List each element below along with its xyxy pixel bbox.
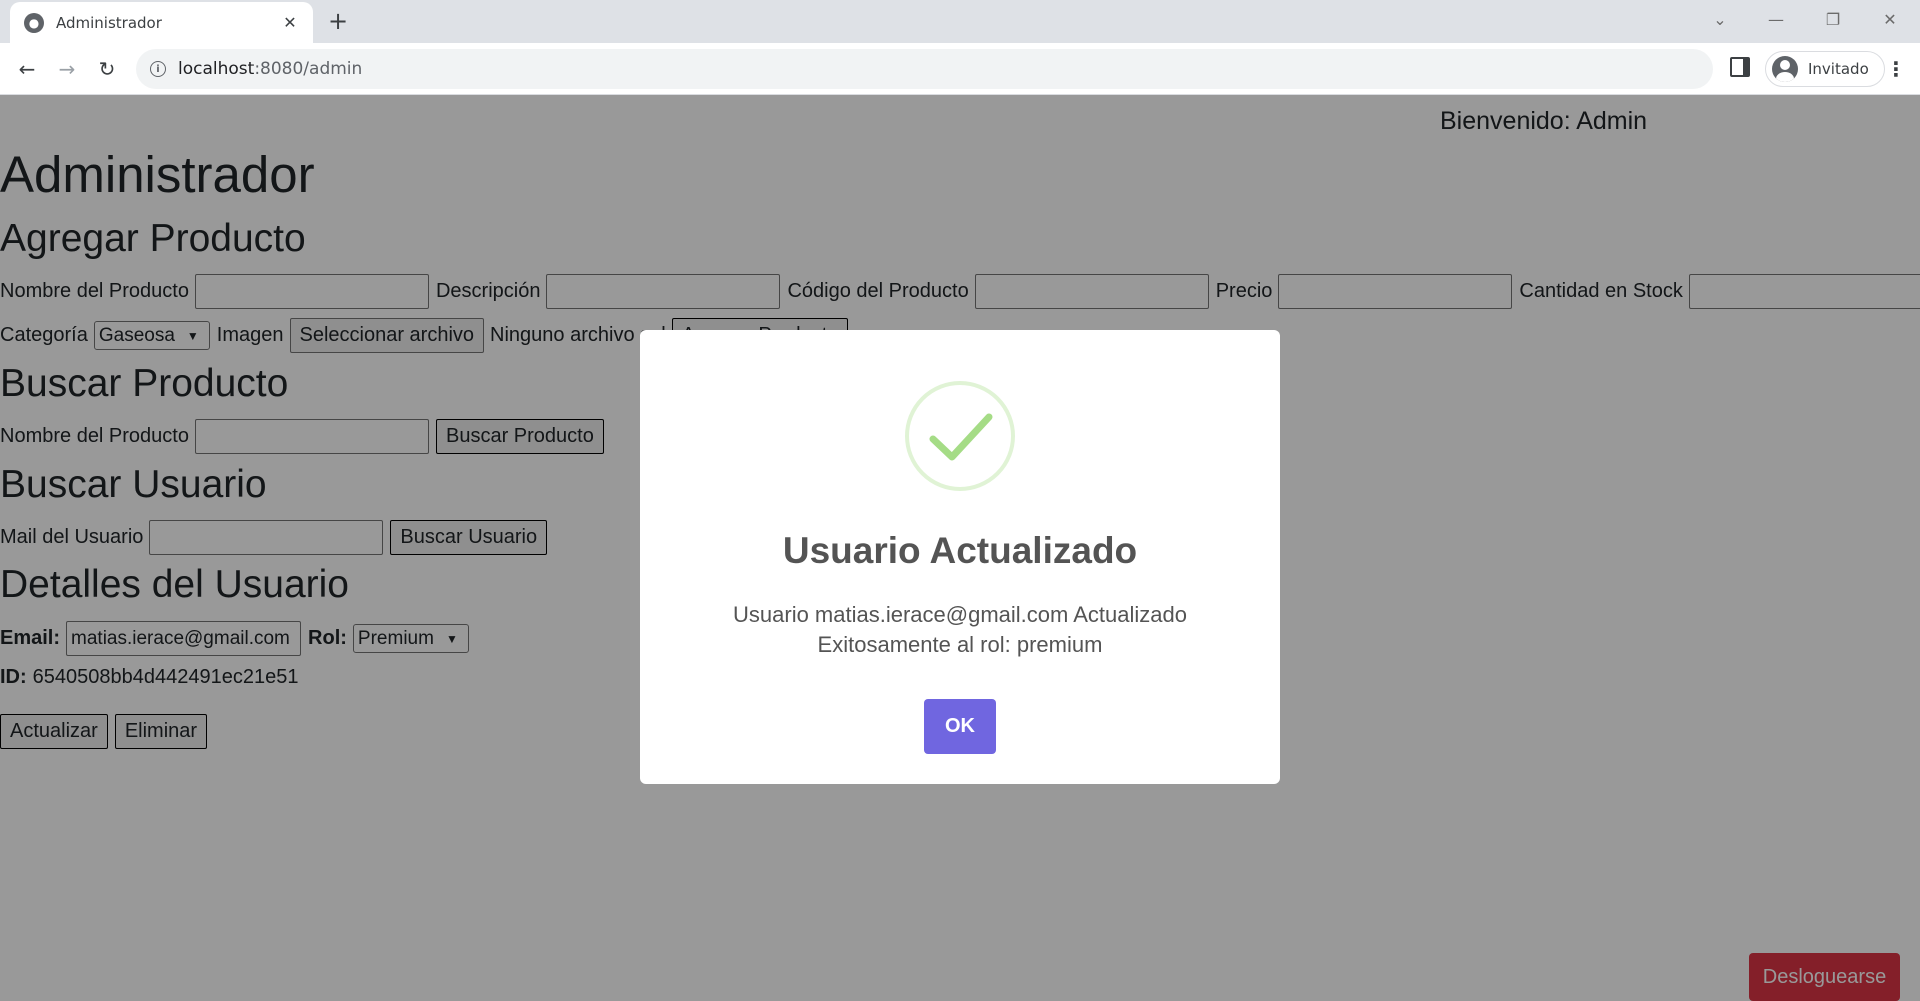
success-dialog: Usuario Actualizado Usuario matias.ierac… [640, 330, 1280, 784]
success-circle [905, 381, 1015, 491]
close-icon[interactable]: ✕ [279, 12, 301, 34]
minimize-icon[interactable]: — [1756, 4, 1796, 34]
site-info-icon[interactable]: i [150, 61, 166, 77]
dialog-message-line-2: Exitosamente al rol: premium [817, 632, 1103, 657]
globe-icon: ● [24, 12, 44, 33]
profile-label: Invitado [1808, 60, 1869, 78]
reload-icon[interactable]: ↻ [92, 54, 122, 84]
dialog-title: Usuario Actualizado [782, 530, 1138, 571]
browser-toolbar: ← → ↻ i localhost:8080/admin Invitado ⋮ [0, 43, 1920, 95]
avatar-icon [1772, 56, 1798, 82]
back-icon[interactable]: ← [12, 54, 42, 84]
tab-strip: ● Administrador ✕ + ⌄ — ❐ ✕ [0, 0, 1920, 43]
forward-icon[interactable]: → [52, 54, 82, 84]
ok-button[interactable]: OK [924, 699, 996, 754]
menu-icon[interactable]: ⋮ [1884, 55, 1908, 83]
tab-search-icon[interactable]: ⌄ [1700, 4, 1740, 34]
restore-icon[interactable]: ❐ [1813, 4, 1853, 34]
tab-title: Administrador [56, 13, 162, 32]
check-icon [929, 413, 993, 461]
address-bar[interactable]: i localhost:8080/admin [136, 49, 1713, 89]
url-text: localhost:8080/admin [178, 59, 363, 79]
window-close-icon[interactable]: ✕ [1870, 4, 1910, 34]
browser-tab[interactable]: ● Administrador ✕ [10, 2, 313, 43]
profile-button[interactable]: Invitado [1765, 51, 1885, 87]
new-tab-button[interactable]: + [324, 7, 352, 35]
side-panel-icon[interactable] [1730, 57, 1750, 77]
dialog-message: Usuario matias.ierace@gmail.com Actualiz… [700, 600, 1220, 660]
dialog-message-line-1: Usuario matias.ierace@gmail.com Actualiz… [733, 602, 1187, 627]
